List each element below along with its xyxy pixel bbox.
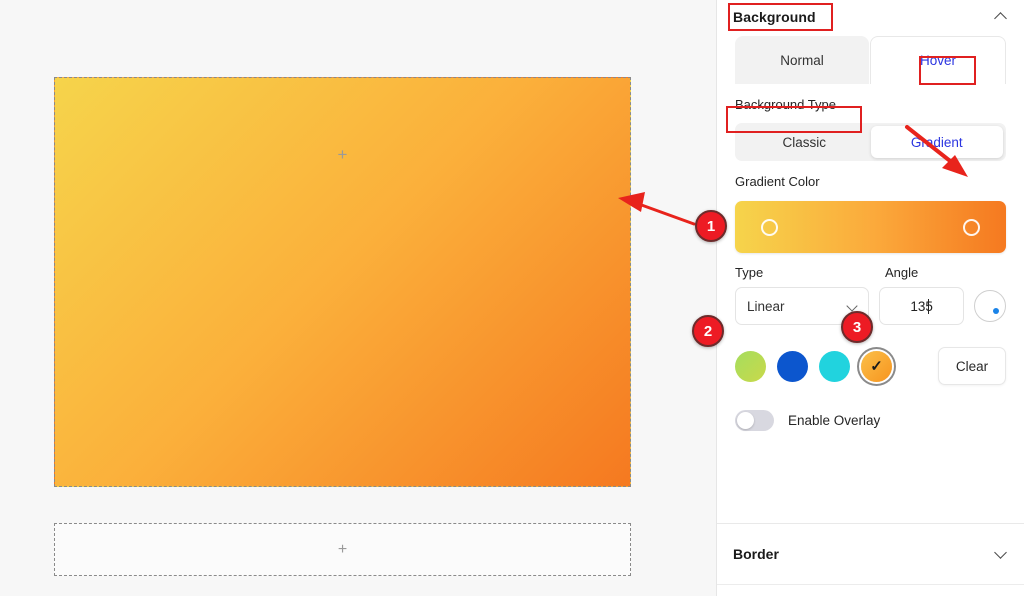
gradient-stop-start-handle[interactable]	[761, 218, 778, 236]
enable-overlay-label: Enable Overlay	[788, 413, 881, 428]
background-section-header[interactable]: Background	[717, 0, 1024, 34]
chevron-down-icon[interactable]	[994, 547, 1008, 561]
border-section-header[interactable]: Border	[717, 524, 1024, 584]
tab-normal[interactable]: Normal	[735, 36, 869, 84]
background-settings-body: Background Type Classic Gradient Gradien…	[717, 84, 1024, 431]
tab-normal-label: Normal	[780, 52, 824, 68]
background-type-label: Background Type	[735, 97, 836, 112]
angle-label: Angle	[885, 265, 919, 280]
angle-dial-control[interactable]	[974, 290, 1006, 322]
callout-badge-3-number: 3	[852, 318, 862, 336]
empty-section-block[interactable]: +	[54, 523, 631, 576]
enable-overlay-row: Enable Overlay	[735, 410, 1006, 431]
gradient-preview-bar[interactable]	[735, 201, 1006, 253]
editor-canvas: + +	[0, 0, 716, 596]
swatch-cyan[interactable]	[819, 350, 850, 382]
segment-classic[interactable]: Classic	[738, 126, 871, 158]
border-section-title: Border	[733, 546, 779, 562]
angle-value: 135	[910, 298, 933, 314]
add-section-icon[interactable]: +	[338, 541, 347, 558]
segment-classic-label: Classic	[782, 134, 826, 150]
toggle-knob	[737, 412, 754, 429]
clear-button[interactable]: Clear	[938, 347, 1006, 385]
swatch-green[interactable]	[735, 350, 766, 382]
chevron-down-icon[interactable]	[846, 300, 858, 312]
clear-button-label: Clear	[955, 358, 989, 374]
gradient-stop-end-handle[interactable]	[963, 218, 980, 236]
segment-gradient[interactable]: Gradient	[870, 126, 1003, 158]
swatch-orange[interactable]: ✓	[861, 350, 892, 382]
settings-panel: Background Normal Hover Background Type …	[716, 0, 1024, 596]
type-label: Type	[735, 265, 764, 280]
text-cursor	[927, 298, 929, 314]
panel-bottom-divider	[717, 584, 1024, 585]
preset-swatch-row: ✓ Clear	[735, 347, 1006, 385]
swatch-blue[interactable]	[777, 350, 808, 382]
page-title: Background	[733, 9, 816, 25]
check-icon: ✓	[870, 357, 883, 375]
tab-hover-label: Hover	[919, 53, 956, 68]
state-tab-bar: Normal Hover	[717, 36, 1024, 84]
app-root: + + Background Normal Hover Background T…	[0, 0, 1024, 596]
callout-badge-2-number: 2	[703, 322, 713, 340]
callout-badge-3: 3	[841, 311, 873, 343]
gradient-type-value: Linear	[747, 298, 785, 314]
background-type-segmented-control: Classic Gradient	[735, 123, 1006, 161]
angle-dial-handle-icon[interactable]	[993, 308, 999, 314]
tab-hover[interactable]: Hover	[870, 36, 1006, 84]
callout-badge-1: 1	[695, 210, 727, 242]
segment-gradient-label: Gradient	[910, 134, 963, 150]
enable-overlay-toggle[interactable]	[735, 410, 774, 431]
type-angle-label-row: Type Angle	[735, 265, 1006, 280]
callout-badge-2: 2	[692, 315, 724, 347]
gradient-color-label: Gradient Color	[735, 174, 820, 189]
angle-input[interactable]: 135	[879, 287, 964, 325]
chevron-up-icon[interactable]	[994, 10, 1008, 24]
add-widget-icon[interactable]: +	[338, 146, 348, 163]
callout-badge-1-number: 1	[706, 217, 716, 235]
hero-section-block[interactable]: +	[54, 77, 631, 487]
